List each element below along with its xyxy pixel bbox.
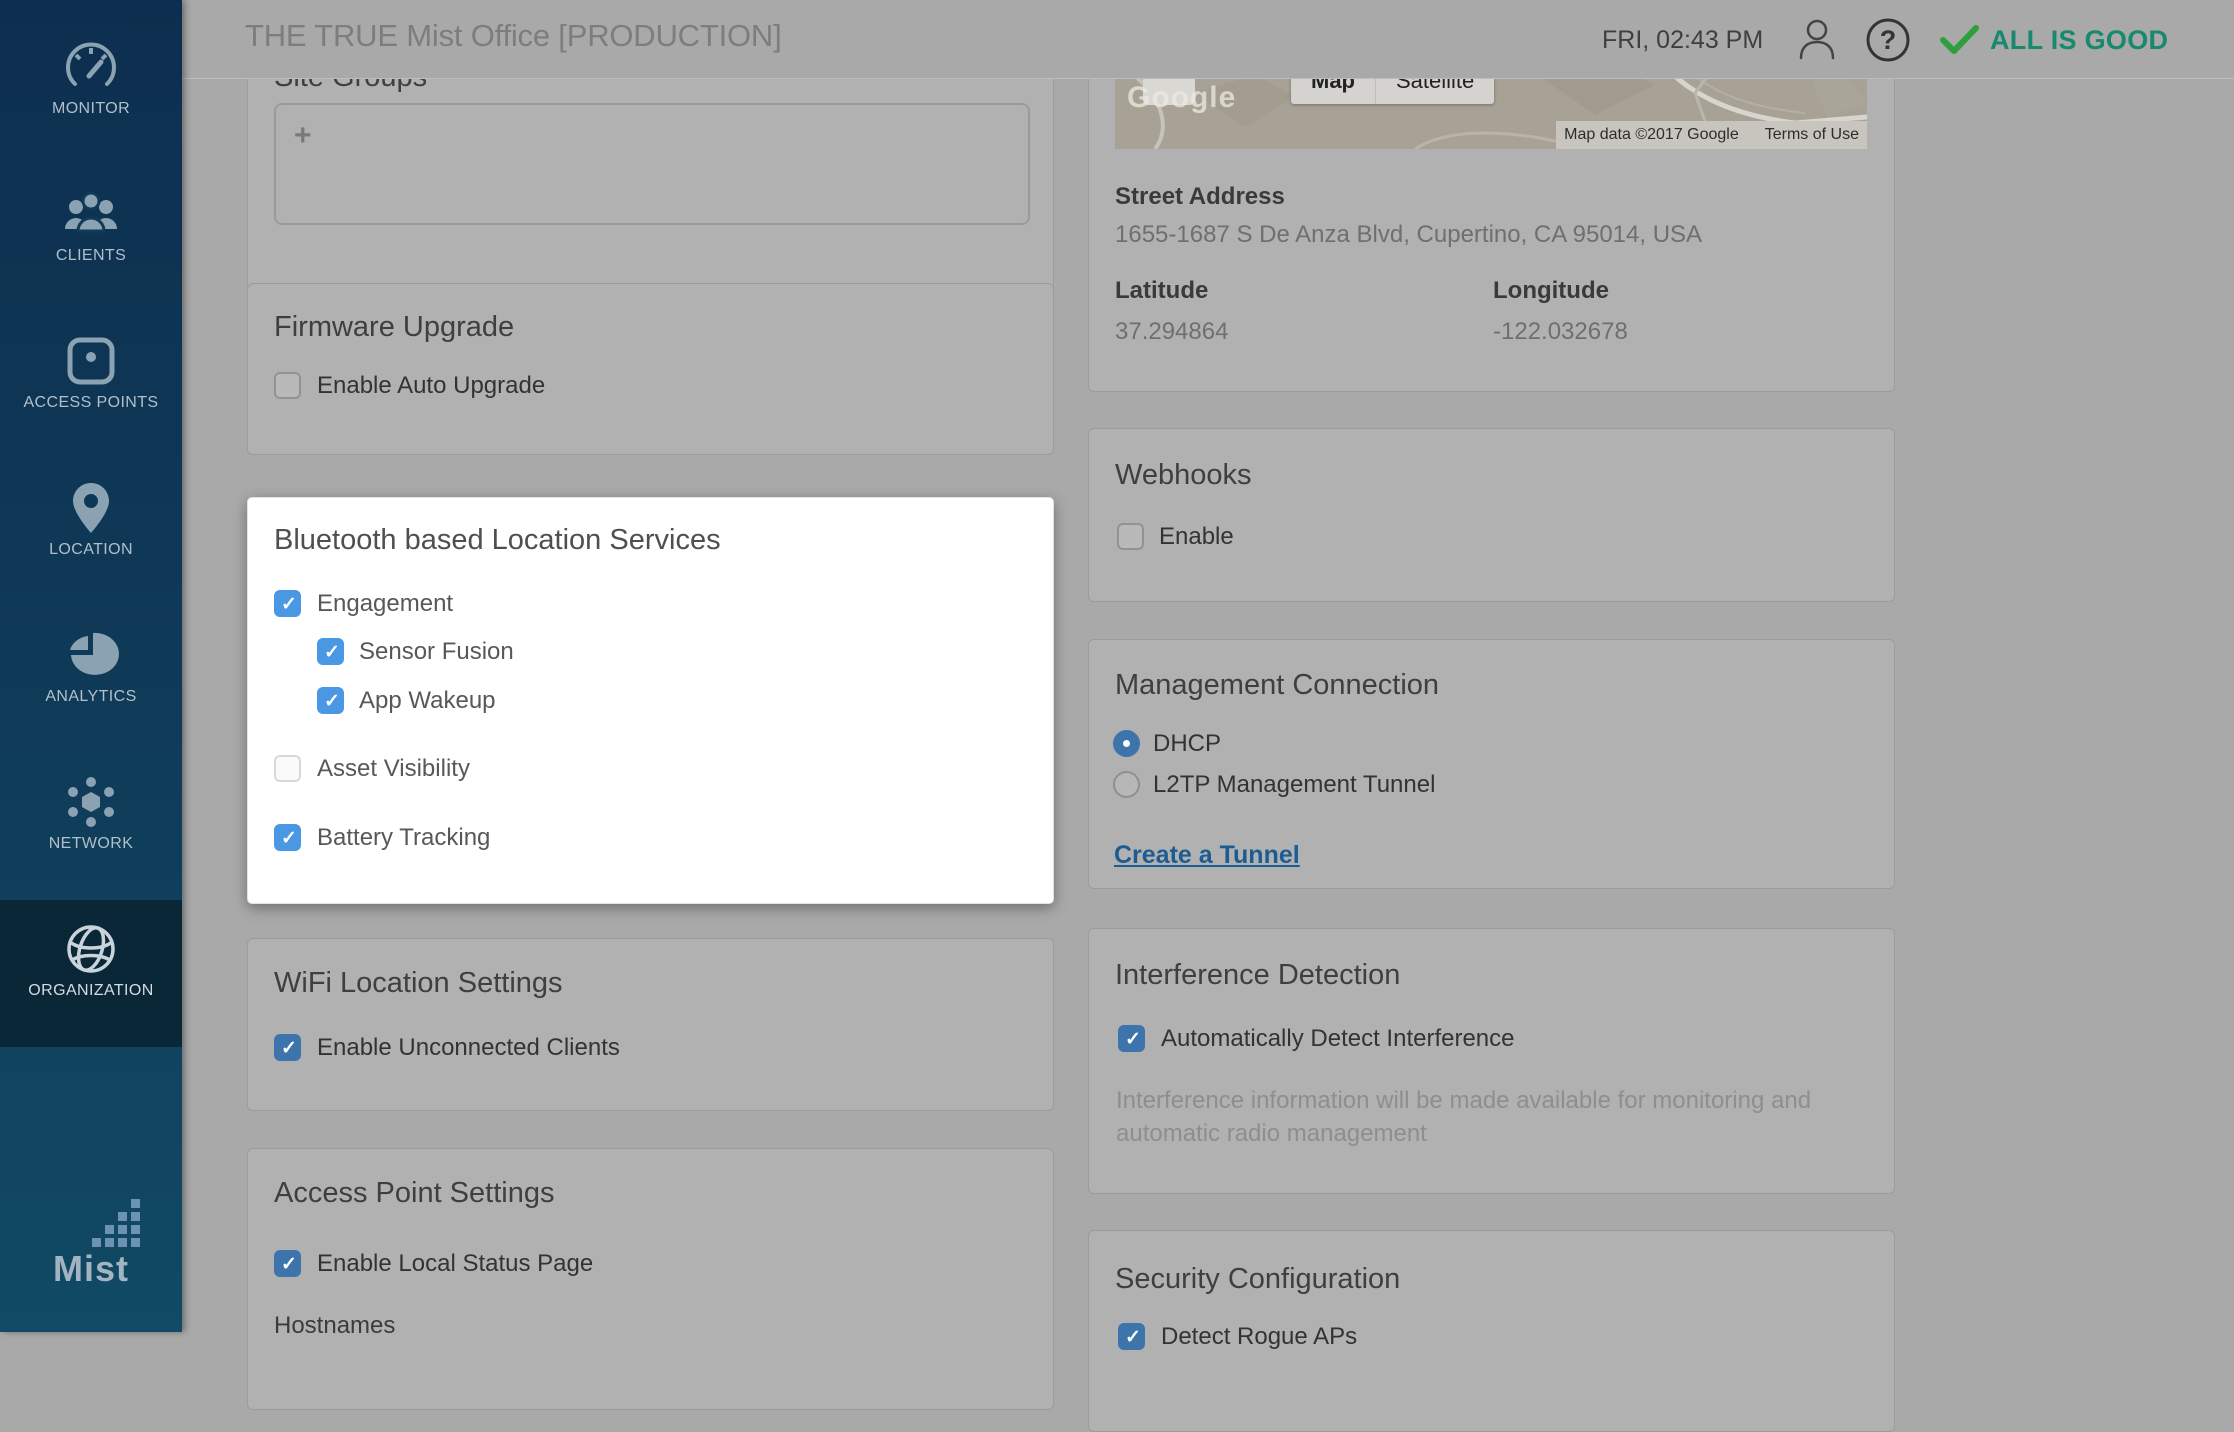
svg-text:?: ? [1880, 25, 1897, 55]
webhooks-enable-checkbox[interactable] [1117, 523, 1144, 550]
status-indicator[interactable]: ALL IS GOOD [1940, 24, 2168, 56]
auto-detect-interference-label: Automatically Detect Interference [1161, 1025, 1515, 1053]
app-wakeup-label: App Wakeup [359, 687, 496, 715]
access-point-icon [0, 332, 182, 390]
enable-unconnected-clients-checkbox[interactable] [274, 1034, 301, 1061]
sidebar-item-network[interactable]: NETWORK [0, 753, 182, 900]
management-title: Management Connection [1115, 669, 1439, 702]
add-site-group-button[interactable]: + [294, 119, 312, 153]
header-clock: FRI, 02:43 PM [1602, 26, 1763, 55]
sidebar-item-access-points[interactable]: ACCESS POINTS [0, 312, 182, 459]
dhcp-radio[interactable] [1113, 730, 1140, 757]
detect-rogue-aps-label: Detect Rogue APs [1161, 1323, 1357, 1351]
help-icon[interactable]: ? [1865, 17, 1911, 68]
firmware-title: Firmware Upgrade [274, 311, 514, 344]
mist-logo-bars [92, 1198, 144, 1255]
l2tp-radio[interactable] [1113, 771, 1140, 798]
enable-auto-upgrade-label: Enable Auto Upgrade [317, 372, 545, 400]
longitude-label: Longitude [1493, 277, 1609, 305]
management-connection-panel: Management Connection DHCP L2TP Manageme… [1088, 639, 1895, 889]
bluetooth-location-panel: Bluetooth based Location Services Engage… [247, 497, 1054, 904]
pie-chart-icon [0, 626, 182, 684]
webhooks-title: Webhooks [1115, 459, 1252, 492]
engagement-label: Engagement [317, 590, 453, 618]
status-text: ALL IS GOOD [1990, 25, 2168, 56]
detect-rogue-aps-checkbox[interactable] [1118, 1323, 1145, 1350]
engagement-checkbox[interactable] [274, 590, 301, 617]
app-wakeup-checkbox[interactable] [317, 687, 344, 714]
webhooks-enable-label: Enable [1159, 523, 1234, 551]
asset-visibility-label: Asset Visibility [317, 755, 470, 783]
map-attribution: Map data ©2017 Google Terms of Use [1556, 121, 1867, 149]
sidebar-item-location[interactable]: LOCATION [0, 459, 182, 606]
longitude-value: -122.032678 [1493, 318, 1628, 346]
site-groups-panel: Site Groups + [247, 40, 1054, 324]
interference-detection-panel: Interference Detection Automatically Det… [1088, 928, 1895, 1194]
gauge-icon [0, 38, 182, 96]
street-address-label: Street Address [1115, 183, 1285, 211]
webhooks-panel: Webhooks Enable [1088, 428, 1895, 602]
wifi-location-panel: WiFi Location Settings Enable Unconnecte… [247, 938, 1054, 1111]
map-data-credit: Map data ©2017 Google [1564, 126, 1739, 144]
security-title: Security Configuration [1115, 1263, 1400, 1296]
site-groups-input[interactable]: + [274, 103, 1030, 225]
map-pin-icon [0, 479, 182, 537]
l2tp-label: L2TP Management Tunnel [1153, 771, 1435, 799]
google-watermark: Google [1127, 81, 1236, 115]
street-address-value: 1655-1687 S De Anza Blvd, Cupertino, CA … [1115, 221, 1702, 249]
sensor-fusion-label: Sensor Fusion [359, 638, 514, 666]
battery-tracking-checkbox[interactable] [274, 824, 301, 851]
sidebar-item-analytics[interactable]: ANALYTICS [0, 606, 182, 753]
enable-local-status-page-label: Enable Local Status Page [317, 1250, 593, 1278]
access-point-panel: Access Point Settings Enable Local Statu… [247, 1148, 1054, 1410]
sidebar-item-clients[interactable]: CLIENTS [0, 165, 182, 312]
people-icon [0, 185, 182, 243]
mist-logo: Mist [0, 1248, 182, 1290]
wifi-title: WiFi Location Settings [274, 967, 563, 1000]
hex-network-icon [0, 773, 182, 831]
enable-auto-upgrade-checkbox[interactable] [274, 372, 301, 399]
latitude-label: Latitude [1115, 277, 1208, 305]
dhcp-label: DHCP [1153, 730, 1221, 758]
header: THE TRUE Mist Office [PRODUCTION] FRI, 0… [182, 0, 2234, 79]
hostnames-label: Hostnames [274, 1312, 395, 1340]
sidebar: MONITOR CLIENTS ACCESS POINTS LO [0, 0, 182, 1332]
latitude-value: 37.294864 [1115, 318, 1228, 346]
interference-title: Interference Detection [1115, 959, 1400, 992]
security-configuration-panel: Security Configuration Detect Rogue APs [1088, 1230, 1895, 1432]
site-location-panel: Google Map Satellite Map data ©2017 Goog… [1088, 36, 1895, 392]
sensor-fusion-checkbox[interactable] [317, 638, 344, 665]
asset-visibility-checkbox[interactable] [274, 755, 301, 782]
enable-unconnected-clients-label: Enable Unconnected Clients [317, 1034, 620, 1062]
page-title: THE TRUE Mist Office [PRODUCTION] [245, 18, 782, 54]
enable-local-status-page-checkbox[interactable] [274, 1250, 301, 1277]
bluetooth-title: Bluetooth based Location Services [274, 524, 721, 557]
sidebar-item-organization[interactable]: ORGANIZATION [0, 900, 182, 1047]
check-icon [1940, 24, 1980, 56]
interference-note: Interference information will be made av… [1116, 1084, 1816, 1150]
terms-of-use-link[interactable]: Terms of Use [1765, 126, 1859, 144]
auto-detect-interference-checkbox[interactable] [1118, 1025, 1145, 1052]
access-point-title: Access Point Settings [274, 1177, 554, 1210]
user-account-icon[interactable] [1797, 18, 1837, 65]
firmware-upgrade-panel: Firmware Upgrade Enable Auto Upgrade [247, 283, 1054, 455]
sidebar-item-monitor[interactable]: MONITOR [0, 18, 182, 165]
globe-icon [0, 920, 182, 978]
battery-tracking-label: Battery Tracking [317, 824, 490, 852]
create-tunnel-link[interactable]: Create a Tunnel [1114, 841, 1300, 870]
